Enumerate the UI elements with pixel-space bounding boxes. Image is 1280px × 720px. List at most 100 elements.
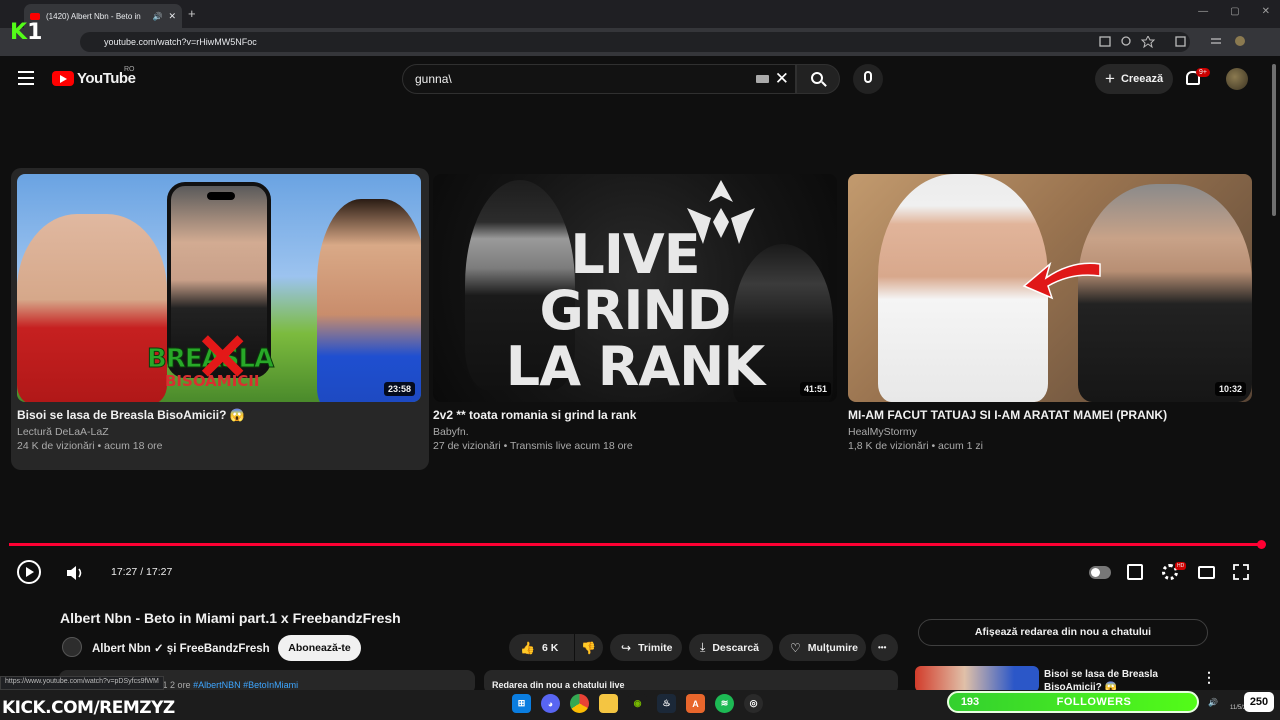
thumbnail-text: GRIND xyxy=(539,279,731,342)
browser-toolbar-icons[interactable] xyxy=(1098,36,1258,48)
channel-name[interactable]: HealMyStormy xyxy=(848,426,917,438)
channel-avatar[interactable] xyxy=(62,637,82,657)
logo-1: 1 xyxy=(27,20,43,45)
tab-audio-icon[interactable]: 🔊 xyxy=(152,12,162,21)
thanks-button[interactable]: ♡ Mulțumire xyxy=(779,634,866,661)
like-count: 6 K xyxy=(541,641,559,654)
download-button[interactable]: ⤓ Descarcă xyxy=(689,634,773,661)
video-duration: 41:51 xyxy=(799,382,831,396)
address-bar-row: youtube.com/watch?v=rHiwMW5NFoc xyxy=(0,28,1280,56)
video-title[interactable]: MI-AM FACUT TATUAJ SI I-AM ARATAT MAMEI … xyxy=(848,408,1167,422)
thanks-label: Mulțumire xyxy=(807,641,858,654)
download-icon: ⤓ xyxy=(700,640,706,654)
progress-scrubber[interactable] xyxy=(1257,540,1266,549)
video-meta: 27 de vizionări • Transmis live acum 18 … xyxy=(433,440,633,452)
followers-goal-bar: 193 FOLLOWERS xyxy=(947,691,1199,713)
like-button[interactable]: 👍 6 K xyxy=(509,634,574,661)
hamburger-menu-icon[interactable] xyxy=(18,71,34,85)
microphone-icon xyxy=(864,71,872,83)
followers-goal: 250 xyxy=(1244,692,1274,712)
share-label: Trimite xyxy=(638,641,673,654)
endscreen-card[interactable]: 10:32 MI-AM FACUT TATUAJ SI I-AM ARATAT … xyxy=(842,168,1260,470)
video-thumbnail[interactable]: BREASLA BISOAMICII ✕ 23:58 xyxy=(17,174,421,402)
show-chat-replay-button[interactable]: Afișează redarea din nou a chatului xyxy=(918,619,1208,646)
youtube-play-icon xyxy=(52,71,74,86)
url-text: youtube.com/watch?v=rHiwMW5NFoc xyxy=(104,37,257,47)
time-display: 17:27 / 17:27 xyxy=(111,566,173,578)
close-window-button[interactable]: ✕ xyxy=(1262,6,1270,17)
video-duration: 23:58 xyxy=(383,382,415,396)
video-thumbnail[interactable]: LIVE GRIND LA RANK 41:51 xyxy=(433,174,837,402)
nvidia-icon[interactable]: ◉ xyxy=(628,694,647,713)
next-video-title[interactable]: Bisoi se lasa de Breasla BisoAmicii? 😱 xyxy=(1044,668,1194,692)
create-button[interactable]: + Creează xyxy=(1095,64,1173,94)
minimize-button[interactable]: — xyxy=(1198,6,1208,17)
thumbnail-person xyxy=(17,214,167,402)
autoplay-toggle[interactable] xyxy=(1089,566,1111,579)
k1-logo-overlay: K1 xyxy=(10,20,54,46)
channel-name[interactable]: Babyfn. xyxy=(433,426,469,438)
clear-search-icon[interactable]: ✕ xyxy=(775,69,789,89)
video-meta: 24 K de vizionări • acum 18 ore xyxy=(17,440,163,452)
followers-label: FOLLOWERS xyxy=(1056,696,1132,708)
create-label: Creează xyxy=(1120,73,1164,85)
share-arrow-icon: ↪ xyxy=(621,640,632,655)
volume-icon[interactable] xyxy=(66,565,86,581)
country-code: RO xyxy=(124,66,135,73)
taskbar-apps: ⊞ ◕ ◉ ♨ A ≋ ◎ xyxy=(512,694,763,713)
followers-count: 193 xyxy=(960,696,980,708)
windows-start-icon[interactable]: ⊞ xyxy=(512,694,531,713)
endscreen-card[interactable]: LIVE GRIND LA RANK 41:51 2v2 ** toata ro… xyxy=(427,168,845,470)
search-input[interactable]: gunna\ ✕ xyxy=(402,64,796,94)
video-title[interactable]: Bisoi se lasa de Breasla BisoAmicii? 😱 xyxy=(17,408,245,422)
youtube-logo[interactable]: YouTube RO xyxy=(52,66,136,87)
window-controls: — ▢ ✕ xyxy=(1198,6,1270,17)
share-button[interactable]: ↪ Trimite xyxy=(610,634,682,661)
browser-tab-bar: (1420) Albert Nbn - Beto in 🔊 ✕ + — ▢ ✕ xyxy=(0,0,1280,28)
next-video-menu-icon[interactable]: ⋮ xyxy=(1202,669,1216,686)
video-thumbnail[interactable]: 10:32 xyxy=(848,174,1252,402)
progress-bar[interactable] xyxy=(9,543,1263,546)
voice-search-button[interactable] xyxy=(853,64,883,94)
chrome-icon[interactable] xyxy=(570,694,589,713)
account-avatar[interactable] xyxy=(1226,68,1248,90)
kick-url-overlay: KICK.COM/REMZYZ xyxy=(2,698,175,718)
channel-name[interactable]: Lectură DeLaA-LaZ xyxy=(17,426,109,438)
scrollbar-thumb[interactable] xyxy=(1272,64,1276,216)
tab-close-icon[interactable]: ✕ xyxy=(168,11,176,22)
replay-icon[interactable] xyxy=(17,560,41,584)
tab-title: (1420) Albert Nbn - Beto in xyxy=(46,11,141,21)
thumbs-up-icon: 👍 xyxy=(520,640,535,655)
address-bar[interactable]: youtube.com/watch?v=rHiwMW5NFoc xyxy=(80,32,1190,52)
new-tab-button[interactable]: + xyxy=(188,6,196,21)
fullscreen-icon[interactable] xyxy=(1233,564,1249,580)
description-tags[interactable]: #AlbertNBN #BetoInMiami xyxy=(193,680,298,690)
spotify-icon[interactable]: ≋ xyxy=(715,694,734,713)
keyboard-icon[interactable] xyxy=(756,75,769,83)
search-button[interactable] xyxy=(796,64,840,94)
theater-mode-icon[interactable] xyxy=(1198,566,1215,579)
next-video-thumbnail[interactable] xyxy=(915,666,1039,692)
subtitles-icon[interactable] xyxy=(1127,564,1143,580)
more-actions-button[interactable]: ••• xyxy=(871,634,898,661)
thumbnail-text: LIVE xyxy=(570,223,700,286)
tray-volume-icon[interactable]: 🔊 xyxy=(1208,698,1218,707)
steam-icon[interactable]: ♨ xyxy=(657,694,676,713)
search-query: gunna\ xyxy=(415,72,452,86)
app-a-icon[interactable]: A xyxy=(686,694,705,713)
subscribe-button[interactable]: Abonează-te xyxy=(278,635,361,661)
discord-icon[interactable]: ◕ xyxy=(541,694,560,713)
dislike-button[interactable]: 👎 xyxy=(575,634,603,661)
download-label: Descarcă xyxy=(712,641,760,654)
heart-dollar-icon: ♡ xyxy=(790,640,801,655)
maximize-button[interactable]: ▢ xyxy=(1230,6,1239,17)
video-title[interactable]: 2v2 ** toata romania si grind la rank xyxy=(433,408,636,422)
file-explorer-icon[interactable] xyxy=(599,694,618,713)
thumbnail-person xyxy=(317,199,421,402)
channel-name[interactable]: Albert Nbn ✓ și FreeBandzFresh xyxy=(92,641,270,655)
hd-badge: HD xyxy=(1175,562,1187,570)
obs-icon[interactable]: ◎ xyxy=(744,694,763,713)
endscreen-card[interactable]: BREASLA BISOAMICII ✕ 23:58 Bisoi se lasa… xyxy=(11,168,429,470)
video-meta: 1,8 K de vizionări • acum 1 zi xyxy=(848,440,983,452)
page-title: Albert Nbn - Beto in Miami part.1 x Free… xyxy=(60,610,401,626)
